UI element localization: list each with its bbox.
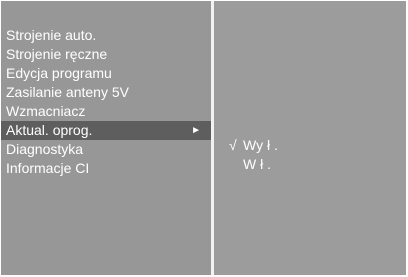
menu-item-label: Wzmacniacz xyxy=(6,103,86,119)
option-label: W ł . xyxy=(243,156,271,172)
option-on[interactable]: W ł . xyxy=(214,155,278,174)
menu-item-label: Edycja programu xyxy=(6,65,112,81)
menu-item-label: Zasilanie anteny 5V xyxy=(6,84,129,100)
menu-item-label: Diagnostyka xyxy=(6,141,84,157)
submenu-panel: √ Wy ł . W ł . xyxy=(214,1,406,275)
menu-item-label: Aktual. oprog. xyxy=(6,122,93,138)
main-menu-list: Strojenie auto. Strojenie ręczne Edycja … xyxy=(1,26,211,178)
setup-menu-window: Strojenie auto. Strojenie ręczne Edycja … xyxy=(1,1,406,275)
option-off[interactable]: √ Wy ł . xyxy=(214,136,278,155)
menu-item-label: Informacje CI xyxy=(6,160,90,176)
arrow-right-icon: ► xyxy=(191,125,201,136)
menu-item-label: Strojenie auto. xyxy=(6,27,97,43)
menu-item-ci-information[interactable]: Informacje CI xyxy=(1,159,211,178)
software-update-options: √ Wy ł . W ł . xyxy=(214,136,278,174)
main-menu-panel: Strojenie auto. Strojenie ręczne Edycja … xyxy=(1,1,211,275)
menu-item-diagnostics[interactable]: Diagnostyka xyxy=(1,140,211,159)
menu-item-auto-tuning[interactable]: Strojenie auto. xyxy=(1,26,211,45)
menu-item-antenna-power[interactable]: Zasilanie anteny 5V xyxy=(1,83,211,102)
menu-item-booster[interactable]: Wzmacniacz xyxy=(1,102,211,121)
menu-item-manual-tuning[interactable]: Strojenie ręczne xyxy=(1,45,211,64)
menu-item-label: Strojenie ręczne xyxy=(6,46,108,62)
menu-item-software-update[interactable]: Aktual. oprog. ► xyxy=(1,121,211,140)
menu-item-programme-edit[interactable]: Edycja programu xyxy=(1,64,211,83)
checkmark-icon: √ xyxy=(229,137,237,153)
option-label: Wy ł . xyxy=(243,137,278,153)
